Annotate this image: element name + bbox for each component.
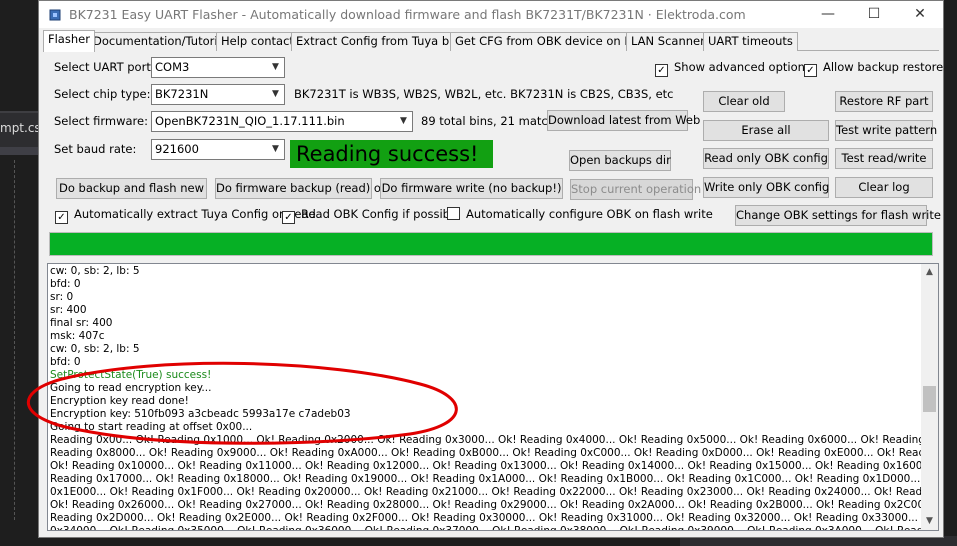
scroll-thumb[interactable] [923, 386, 936, 412]
chip-type-value: BK7231N [155, 87, 209, 101]
restore-rf-button[interactable]: Restore RF part [835, 91, 933, 112]
uart-port-value: COM3 [155, 60, 190, 74]
firmware-select[interactable]: OpenBK7231N_QIO_1.17.111.bin ▼ [151, 111, 413, 132]
chip-type-select[interactable]: BK7231N ▼ [151, 84, 285, 105]
log-line: 0x34000... Ok! Reading 0x35000... Ok! Re… [50, 525, 922, 531]
chip-icon [49, 9, 61, 21]
download-latest-button[interactable]: Download latest from Web [547, 110, 700, 131]
log-line: final sr: 400 [50, 317, 113, 329]
log-line: Reading 0x2D000... Ok! Reading 0x2E000..… [50, 512, 922, 524]
chevron-down-icon: ▼ [272, 144, 279, 154]
erase-all-button[interactable]: Erase all [703, 120, 829, 141]
read-obk-cfg-label: Read OBK Config if possible [301, 207, 461, 221]
log-line: cw: 0, sb: 2, lb: 5 [50, 343, 140, 355]
chevron-down-icon: ▼ [272, 62, 279, 72]
uart-port-select[interactable]: COM3 ▼ [151, 57, 285, 78]
auto-configure-label: Automatically configure OBK on flash wri… [466, 207, 713, 221]
progress-bar [49, 232, 933, 256]
title-bar: BK7231 Easy UART Flasher - Automatically… [39, 1, 943, 28]
log-line: sr: 0 [50, 291, 74, 303]
flasher-window: BK7231 Easy UART Flasher - Automatically… [38, 0, 944, 538]
write-obk-config-button[interactable]: Write only OBK config [703, 177, 829, 198]
log-output[interactable]: cw: 0, sb: 2, lb: 5 bfd: 0 sr: 0 sr: 400 fin… [47, 263, 939, 531]
extract-tuya-label: Automatically extract Tuya Config on rea… [74, 207, 316, 221]
scroll-up-icon[interactable]: ▲ [921, 264, 938, 281]
chip-info: BK7231T is WB3S, WB2S, WB2L, etc. BK7231… [294, 87, 674, 101]
log-line: Going to read encryption key... [50, 382, 212, 394]
read-obk-config-button[interactable]: Read only OBK config [703, 148, 829, 169]
tab-help-contact[interactable]: Help contact [216, 32, 299, 51]
baud-label: Set baud rate: [54, 142, 137, 156]
show-advanced-label: Show advanced options [674, 60, 811, 74]
check-icon: ✓ [655, 64, 668, 77]
log-line: 0x1E000... Ok! Reading 0x1F000... Ok! Re… [50, 486, 922, 498]
auto-configure-checkbox[interactable]: Automatically configure OBK on flash wri… [447, 207, 713, 221]
firmware-value: OpenBK7231N_QIO_1.17.111.bin [155, 114, 345, 128]
log-line: Going to start reading at offset 0x00... [50, 421, 253, 433]
baud-rate-value: 921600 [155, 142, 199, 156]
ide-bar [0, 147, 38, 155]
tab-strip: Flasher Documentation/Tutorials Help con… [43, 30, 939, 52]
show-advanced-checkbox[interactable]: ✓ Show advanced options [655, 60, 811, 77]
log-line: sr: 400 [50, 304, 87, 316]
log-line: Reading 0x8000... Ok! Reading 0x9000... … [50, 447, 922, 459]
log-text: cw: 0, sb: 2, lb: 5 bfd: 0 sr: 0 sr: 400 fin… [50, 265, 922, 531]
backup-and-flash-button[interactable]: Do backup and flash new [56, 178, 207, 199]
log-line: Encryption key: 510fb093 a3cbeadc 5993a1… [50, 408, 351, 420]
chevron-down-icon: ▼ [400, 116, 407, 126]
log-line: Ok! Reading 0x26000... Ok! Reading 0x270… [50, 499, 922, 511]
firmware-write-button[interactable]: Do firmware write (no backup!) [380, 178, 563, 199]
uart-label: Select UART port: [54, 60, 155, 74]
tab-uart-timeouts[interactable]: UART timeouts [703, 32, 798, 51]
firmware-label: Select firmware: [54, 114, 148, 128]
maximize-button[interactable]: ☐ [851, 1, 897, 28]
stop-operation-button[interactable]: Stop current operation [570, 179, 701, 200]
open-backups-button[interactable]: Open backups dir [569, 150, 671, 171]
check-icon: ✓ [282, 211, 295, 224]
check-icon: ✓ [804, 64, 817, 77]
tab-lan-scanner[interactable]: LAN Scanner [626, 32, 710, 51]
scroll-down-icon[interactable]: ▼ [921, 513, 938, 530]
close-button[interactable]: ✕ [897, 1, 943, 28]
check-icon: ✓ [55, 211, 68, 224]
allow-backup-label: Allow backup restore [823, 60, 944, 74]
clear-log-button[interactable]: Clear log [835, 177, 933, 198]
clear-old-button[interactable]: Clear old [703, 91, 785, 112]
progress-fill [50, 233, 932, 255]
ide-guide-line [14, 160, 15, 520]
log-line: cw: 0, sb: 2, lb: 5 [50, 265, 140, 277]
log-line: Ok! Reading 0x10000... Ok! Reading 0x110… [50, 460, 922, 472]
test-read-write-button[interactable]: Test read/write [835, 148, 933, 169]
read-obk-cfg-checkbox[interactable]: ✓ Read OBK Config if possible [282, 207, 460, 224]
window-title: BK7231 Easy UART Flasher - Automatically… [69, 7, 746, 22]
log-line: bfd: 0 [50, 356, 81, 368]
extract-tuya-checkbox[interactable]: ✓ Automatically extract Tuya Config on re… [55, 207, 316, 224]
log-line: Reading 0x00... Ok! Reading 0x1000... Ok… [50, 434, 922, 446]
firmware-backup-button[interactable]: Do firmware backup (read) only [215, 178, 398, 199]
log-line: Encryption key read done! [50, 395, 189, 407]
test-write-pattern-button[interactable]: Test write pattern [835, 120, 937, 141]
log-line: SetProtectState(True) success! [50, 369, 212, 381]
chevron-down-icon: ▼ [272, 89, 279, 99]
allow-backup-checkbox[interactable]: ✓ Allow backup restore [804, 60, 943, 77]
change-obk-settings-button[interactable]: Change OBK settings for flash write [735, 205, 941, 226]
log-line: msk: 407c [50, 330, 105, 342]
chip-label: Select chip type: [54, 87, 151, 101]
status-banner: Reading success! [290, 140, 493, 168]
tab-get-cfg[interactable]: Get CFG from OBK device on LAN [450, 32, 653, 51]
log-scrollbar[interactable]: ▲ ▼ [921, 264, 938, 530]
tab-flasher[interactable]: Flasher [43, 30, 95, 52]
log-line: bfd: 0 [50, 278, 81, 290]
log-line: Reading 0x17000... Ok! Reading 0x18000..… [50, 473, 922, 485]
baud-rate-select[interactable]: 921600 ▼ [151, 139, 285, 160]
minimize-button[interactable]: — [805, 1, 851, 28]
